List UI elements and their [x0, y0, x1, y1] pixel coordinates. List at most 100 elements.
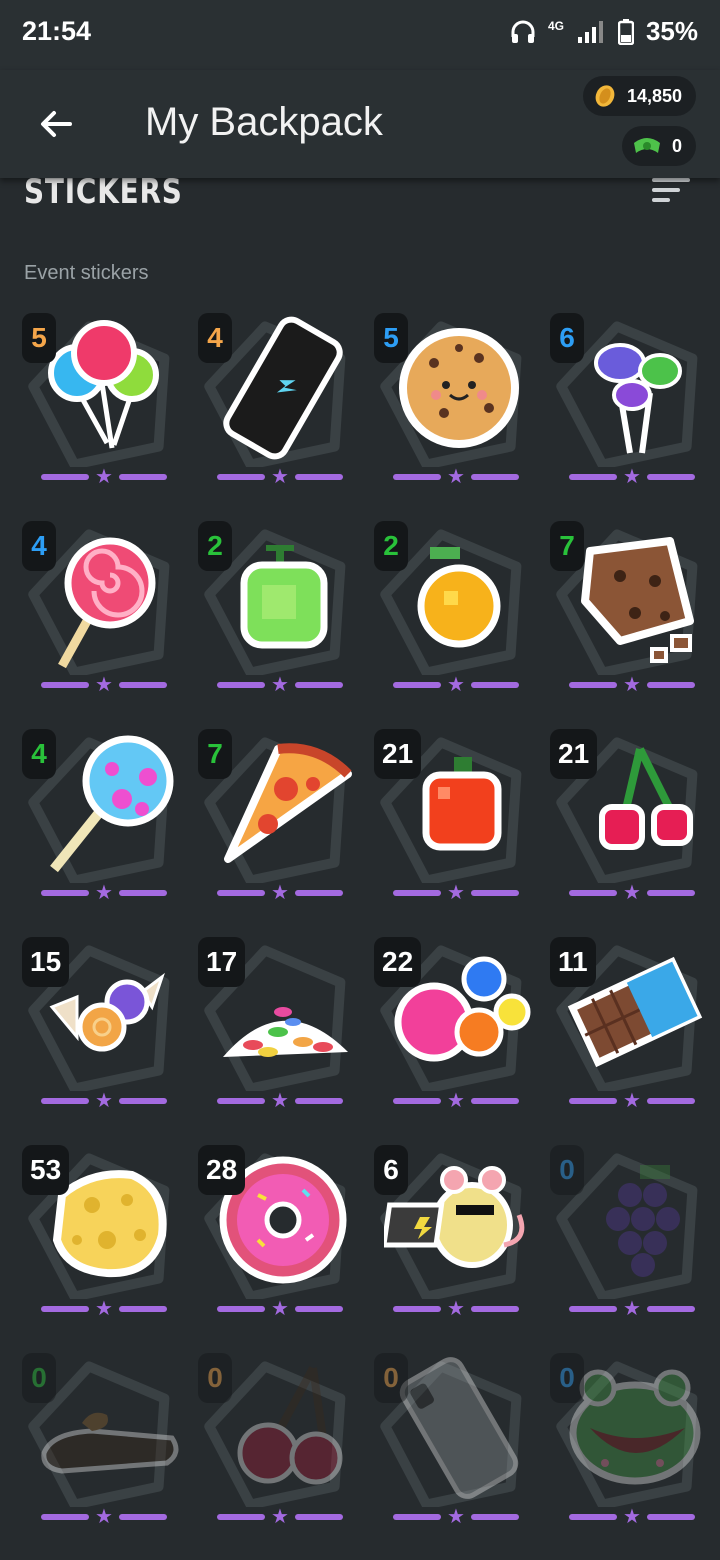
star-icon: ★ — [447, 1090, 465, 1112]
rarity-bar-right — [471, 1514, 519, 1520]
sticker-card-jelly-beans[interactable]: 17 ★ — [190, 929, 366, 1137]
rarity-bar-right — [119, 1098, 167, 1104]
coin-balance[interactable]: 14,850 — [582, 76, 696, 116]
sticker-count-badge: 5 — [374, 313, 408, 363]
status-time: 21:54 — [22, 16, 92, 46]
sticker-count-badge: 0 — [550, 1145, 584, 1195]
sticker-card-cherries[interactable]: 0 ★ — [190, 1345, 366, 1553]
sticker-card-pixel-cherries[interactable]: 21 ★ — [542, 721, 718, 929]
rarity-indicator: ★ — [210, 1507, 350, 1527]
sticker-card-pixel-apple[interactable]: 2 ★ — [190, 513, 366, 721]
sort-icon[interactable] — [652, 178, 690, 206]
sticker-count-badge: 17 — [198, 937, 246, 987]
back-arrow-icon[interactable] — [36, 104, 76, 144]
rarity-bar-left — [393, 474, 441, 480]
sticker-count-badge: 2 — [198, 521, 232, 571]
sticker-count-badge: 4 — [22, 521, 56, 571]
rarity-bar-right — [295, 474, 343, 480]
sticker-card-brownie[interactable]: 0 ★ — [14, 1345, 190, 1553]
sticker-card-smartphone[interactable]: 4 ★ — [190, 305, 366, 513]
sticker-card-donut[interactable]: 28 ★ — [190, 1137, 366, 1345]
rarity-bar-right — [647, 1514, 695, 1520]
rarity-indicator: ★ — [562, 883, 702, 903]
rarity-bar-left — [569, 1306, 617, 1312]
rarity-bar-left — [41, 1514, 89, 1520]
rarity-bar-left — [217, 890, 265, 896]
star-icon: ★ — [447, 882, 465, 904]
sticker-card-chocolate-bar[interactable]: 11 ★ — [542, 929, 718, 1137]
sticker-card-swirl-lollipop[interactable]: 4 ★ — [14, 513, 190, 721]
star-icon: ★ — [623, 466, 641, 488]
sticker-count-badge: 0 — [550, 1353, 584, 1403]
sticker-card-hacker-mouse[interactable]: 6 ★ — [366, 1137, 542, 1345]
star-icon: ★ — [271, 466, 289, 488]
rarity-bar-right — [647, 1306, 695, 1312]
star-icon: ★ — [447, 466, 465, 488]
sticker-count-badge: 21 — [550, 729, 598, 779]
sticker-card-chocolate-cookie[interactable]: 7 ★ — [542, 513, 718, 721]
star-icon: ★ — [447, 674, 465, 696]
sticker-card-candy-lollipop[interactable]: 4 ★ — [14, 721, 190, 929]
rarity-bar-left — [217, 1306, 265, 1312]
sticker-card-cheese[interactable]: 53 ★ — [14, 1137, 190, 1345]
rarity-bar-left — [217, 474, 265, 480]
rarity-indicator: ★ — [210, 466, 350, 488]
rarity-bar-right — [471, 890, 519, 896]
star-icon: ★ — [623, 1298, 641, 1320]
rarity-bar-right — [295, 1098, 343, 1104]
event-stickers-label: Event stickers — [24, 262, 149, 284]
cash-icon — [633, 138, 660, 153]
sticker-card-pixel-grapes[interactable]: 0 ★ — [542, 1137, 718, 1345]
sticker-card-pixel-tomato[interactable]: 21 ★ — [366, 721, 542, 929]
rarity-indicator: ★ — [562, 1091, 702, 1111]
sticker-count-badge: 11 — [550, 937, 596, 987]
rarity-bar-left — [217, 1514, 265, 1520]
rarity-bar-right — [295, 1514, 343, 1520]
sticker-card-balloons-lollipops[interactable]: 5 ★ — [14, 305, 190, 513]
cash-balance[interactable]: 0 — [621, 126, 696, 166]
sticker-card-gumballs[interactable]: 22 ★ — [366, 929, 542, 1137]
star-icon: ★ — [271, 882, 289, 904]
sticker-count-badge: 21 — [374, 729, 422, 779]
rarity-bar-right — [647, 474, 695, 480]
sticker-count-badge: 6 — [374, 1145, 408, 1195]
rarity-indicator: ★ — [386, 1090, 526, 1112]
rarity-indicator: ★ — [34, 1090, 174, 1112]
rarity-bar-left — [569, 890, 617, 896]
star-icon: ★ — [623, 674, 641, 696]
sticker-card-cookie-face[interactable]: 5 ★ — [366, 305, 542, 513]
sticker-card-frog-face[interactable]: 0 ★ — [542, 1345, 718, 1553]
rarity-indicator: ★ — [34, 467, 174, 487]
star-icon: ★ — [271, 674, 289, 696]
rarity-bar-left — [569, 474, 617, 480]
star-icon: ★ — [623, 1506, 641, 1528]
sticker-count-badge: 28 — [198, 1145, 246, 1195]
rarity-bar-left — [569, 1514, 617, 1520]
sticker-count-badge: 22 — [374, 937, 422, 987]
rarity-indicator: ★ — [386, 1507, 526, 1527]
sticker-card-wrapped-candies[interactable]: 6 ★ — [542, 305, 718, 513]
rarity-bar-right — [119, 682, 167, 688]
rarity-indicator: ★ — [34, 1299, 174, 1319]
rarity-bar-right — [647, 1098, 695, 1104]
rarity-indicator: ★ — [210, 1298, 350, 1320]
cash-amount: 0 — [671, 135, 682, 156]
rarity-bar-right — [119, 890, 167, 896]
rarity-indicator: ★ — [210, 674, 350, 696]
sticker-card-wrapped-sweets[interactable]: 15 ★ — [14, 929, 190, 1137]
section-header: STICKERS — [0, 172, 720, 228]
rarity-bar-right — [647, 682, 695, 688]
page-title: My Backpack — [145, 100, 383, 144]
star-icon: ★ — [271, 1298, 289, 1320]
rarity-bar-left — [41, 474, 89, 480]
sticker-card-phone-back[interactable]: 0 ★ — [366, 1345, 542, 1553]
sticker-card-pizza-slice[interactable]: 7 ★ — [190, 721, 366, 929]
rarity-bar-left — [569, 1098, 617, 1104]
rarity-indicator: ★ — [562, 1506, 702, 1528]
star-icon: ★ — [95, 1090, 113, 1112]
sticker-card-pixel-orange[interactable]: 2 ★ — [366, 513, 542, 721]
sticker-count-badge: 2 — [374, 521, 408, 571]
sticker-count-badge: 7 — [550, 521, 584, 571]
status-icons: 4G 35% — [510, 16, 698, 47]
network-type: 4G — [547, 18, 564, 33]
